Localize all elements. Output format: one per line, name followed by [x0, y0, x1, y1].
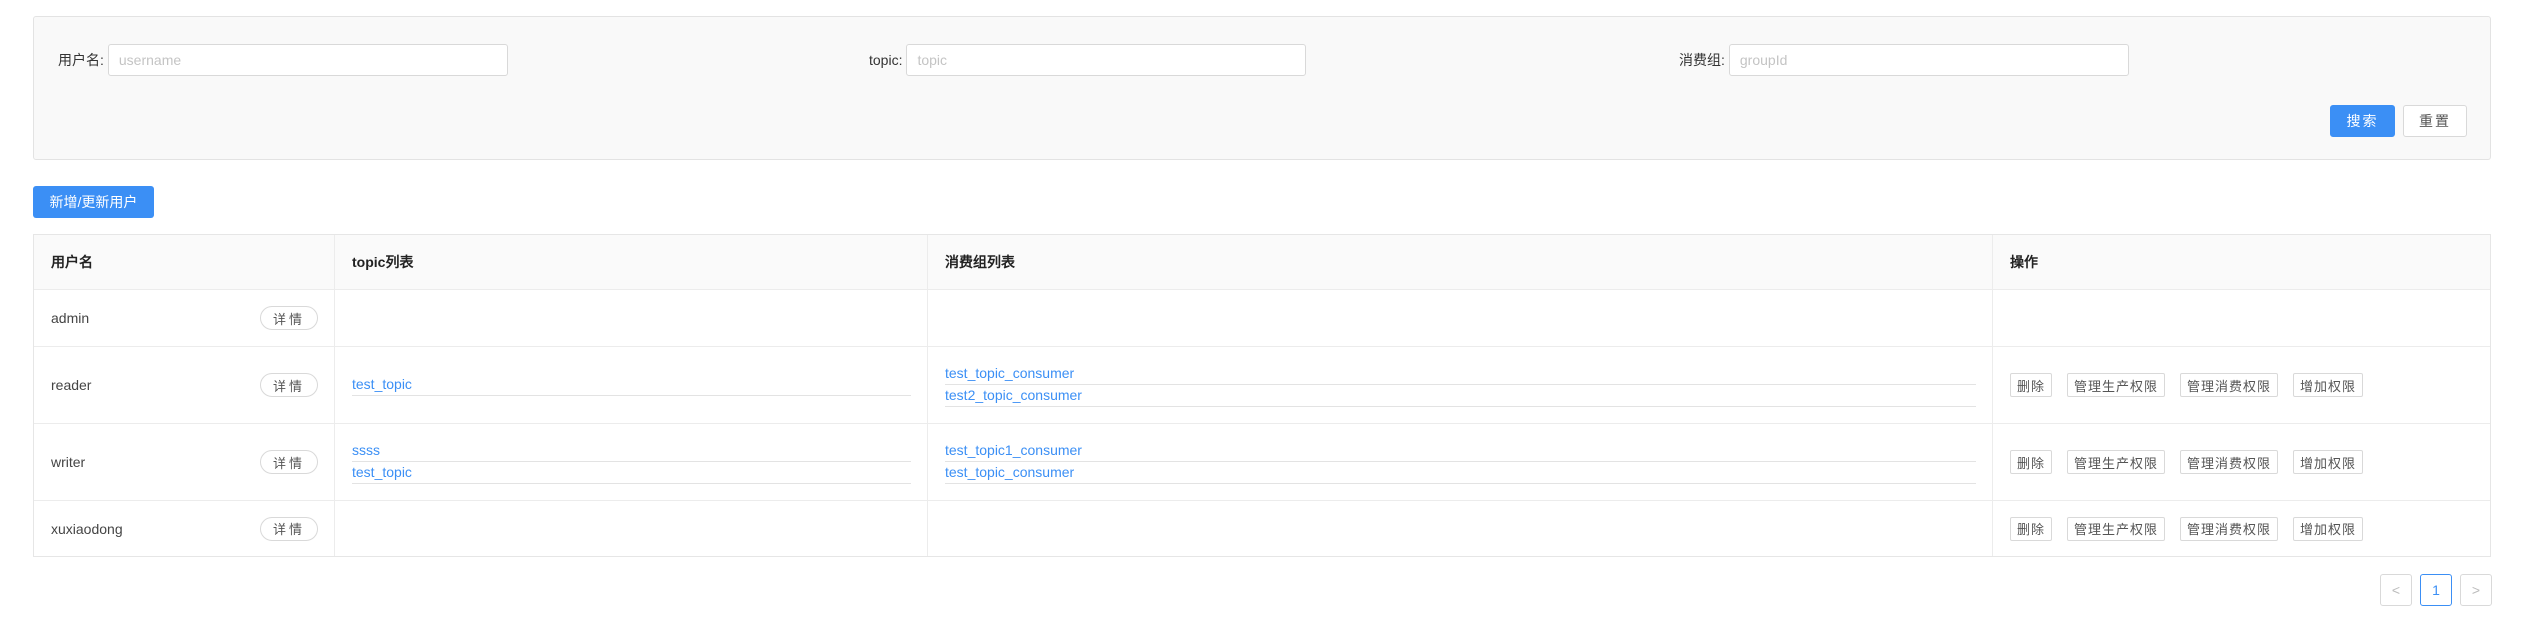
ops-cell: 删除 管理生产权限 管理消费权限 增加权限 [1992, 501, 2490, 556]
username-cell: writer 详情 [34, 424, 334, 500]
groups-cell [927, 501, 1992, 556]
reset-button[interactable]: 重置 [2403, 105, 2467, 137]
topic-field: topic: [869, 44, 1307, 76]
table-row: admin 详情 [34, 289, 2490, 346]
username-cell: xuxiaodong 详情 [34, 501, 334, 556]
topics-cell [334, 290, 927, 346]
topic-link[interactable]: test_topic [352, 374, 911, 396]
username-text: xuxiaodong [51, 520, 123, 537]
topics-cell: test_topic [334, 347, 927, 423]
topic-link[interactable]: ssss [352, 440, 911, 462]
topic-list: ssss test_topic [352, 440, 911, 484]
search-panel: 用户名: topic: 消费组: 搜索 重置 [33, 16, 2491, 160]
add-permission-button[interactable]: 增加权限 [2293, 373, 2364, 397]
page-1-button[interactable]: 1 [2420, 574, 2452, 606]
next-page-button[interactable]: > [2460, 574, 2492, 606]
header-groups: 消费组列表 [927, 235, 1992, 289]
username-text: writer [51, 454, 86, 470]
detail-button[interactable]: 详情 [260, 306, 318, 330]
table-row: xuxiaodong 详情 删除 管理生产权限 管理消费权限 增加权限 [34, 500, 2490, 556]
group-link[interactable]: test_topic_consumer [945, 363, 1976, 385]
username-text: admin [51, 310, 90, 326]
table-row: writer 详情 ssss test_topic test_topic1_co… [34, 423, 2490, 500]
topic-input[interactable] [906, 44, 1307, 76]
table-row: reader 详情 test_topic test_topic_consumer… [34, 346, 2490, 423]
group-label: 消费组: [1679, 52, 1725, 68]
detail-button[interactable]: 详情 [260, 450, 318, 474]
delete-button[interactable]: 删除 [2010, 516, 2053, 541]
group-link[interactable]: test2_topic_consumer [945, 385, 1976, 407]
group-link[interactable]: test_topic1_consumer [945, 440, 1976, 462]
groups-cell: test_topic1_consumer test_topic_consumer [927, 424, 1992, 500]
username-field: 用户名: [58, 44, 508, 76]
manage-consume-permission-button[interactable]: 管理消费权限 [2180, 373, 2279, 397]
detail-button[interactable]: 详情 [260, 373, 318, 397]
topics-cell [334, 501, 927, 556]
group-input[interactable] [1728, 44, 2129, 76]
manage-consume-permission-button[interactable]: 管理消费权限 [2180, 516, 2279, 541]
topics-cell: ssss test_topic [334, 424, 927, 500]
username-cell: admin 详情 [34, 290, 334, 346]
ops-cell [1992, 290, 2490, 346]
topic-link[interactable]: test_topic [352, 462, 911, 484]
add-update-user-button[interactable]: 新增/更新用户 [33, 186, 154, 218]
prev-page-button[interactable]: < [2380, 574, 2412, 606]
add-permission-button[interactable]: 增加权限 [2293, 450, 2364, 474]
topic-label: topic: [869, 52, 903, 68]
delete-button[interactable]: 删除 [2010, 373, 2053, 397]
add-permission-button[interactable]: 增加权限 [2293, 516, 2364, 541]
manage-produce-permission-button[interactable]: 管理生产权限 [2067, 373, 2166, 397]
header-topics: topic列表 [334, 235, 927, 289]
header-username: 用户名 [51, 254, 93, 270]
topic-list: test_topic [352, 374, 911, 396]
group-list: test_topic1_consumer test_topic_consumer [945, 440, 1976, 484]
manage-produce-permission-button[interactable]: 管理生产权限 [2067, 516, 2166, 541]
detail-button[interactable]: 详情 [260, 516, 318, 541]
username-label: 用户名: [58, 52, 104, 68]
username-cell: reader 详情 [34, 347, 334, 423]
header-ops: 操作 [1992, 235, 2490, 289]
groups-cell [927, 290, 1992, 346]
ops-cell: 删除 管理生产权限 管理消费权限 增加权限 [1992, 347, 2490, 423]
manage-produce-permission-button[interactable]: 管理生产权限 [2067, 450, 2166, 474]
table-header: 用户名 topic列表 消费组列表 操作 [34, 235, 2490, 289]
group-list: test_topic_consumer test2_topic_consumer [945, 363, 1976, 407]
delete-button[interactable]: 删除 [2010, 450, 2053, 474]
groups-cell: test_topic_consumer test2_topic_consumer [927, 347, 1992, 423]
manage-consume-permission-button[interactable]: 管理消费权限 [2180, 450, 2279, 474]
ops-cell: 删除 管理生产权限 管理消费权限 增加权限 [1992, 424, 2490, 500]
username-text: reader [51, 377, 92, 393]
username-input[interactable] [107, 44, 508, 76]
group-link[interactable]: test_topic_consumer [945, 462, 1976, 484]
users-table: 用户名 topic列表 消费组列表 操作 admin 详情 reader 详情 … [33, 234, 2491, 557]
search-button[interactable]: 搜索 [2330, 105, 2395, 137]
group-field: 消费组: [1679, 44, 2129, 76]
